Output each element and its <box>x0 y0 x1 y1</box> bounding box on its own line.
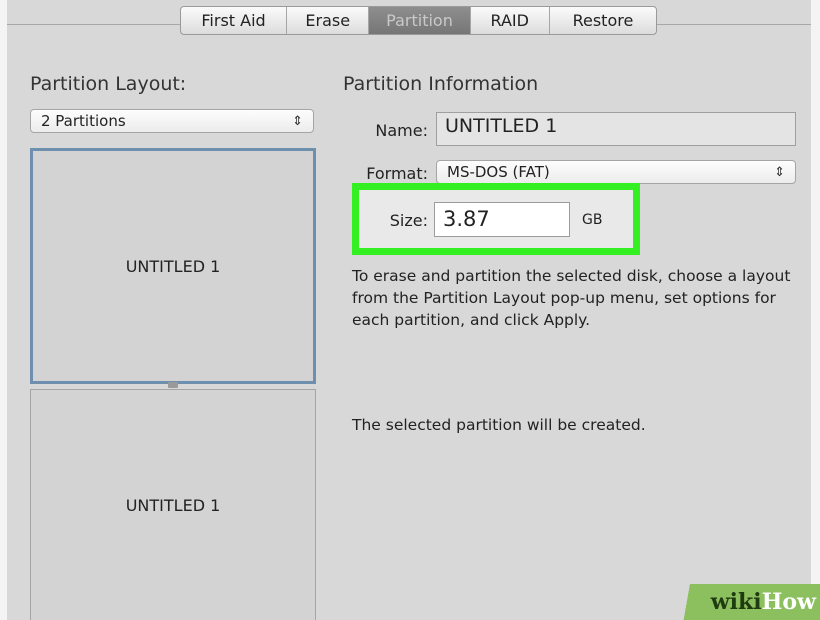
tab-first-aid[interactable]: First Aid <box>181 7 288 34</box>
watermark-how: How <box>761 589 816 615</box>
partition-layout-title: Partition Layout: <box>30 73 187 95</box>
partition-description: To erase and partition the selected disk… <box>352 267 791 329</box>
name-label: Name: <box>375 121 428 140</box>
format-stepper-icon: ⇕ <box>774 164 785 180</box>
watermark-wiki: wiki <box>710 589 762 615</box>
partition-label-1: UNTITLED 1 <box>125 256 221 276</box>
size-field[interactable]: 3.87 <box>434 202 570 237</box>
format-popup[interactable]: MS-DOS (FAT) ⇕ <box>436 160 796 184</box>
partition-information-title: Partition Information <box>343 73 539 95</box>
tab-raid[interactable]: RAID <box>471 7 550 34</box>
partition-resize-handle[interactable] <box>168 382 178 388</box>
tab-partition[interactable]: Partition <box>369 7 471 34</box>
tab-bar: First Aid Erase Partition RAID Restore <box>180 6 657 35</box>
partition-block-2[interactable]: UNTITLED 1 <box>30 389 316 620</box>
window-frame-right <box>811 0 820 620</box>
window-frame-left <box>0 0 7 620</box>
partition-layout-value: 2 Partitions <box>41 112 126 130</box>
format-label: Format: <box>366 164 428 183</box>
wikihow-watermark: wiki How <box>660 584 820 620</box>
size-unit: GB <box>582 212 603 228</box>
tab-restore[interactable]: Restore <box>550 7 656 34</box>
partition-block-1[interactable]: UNTITLED 1 <box>30 148 316 384</box>
format-value: MS-DOS (FAT) <box>447 163 550 181</box>
partition-layout-popup[interactable]: 2 Partitions ⇕ <box>30 109 314 133</box>
partition-label-2: UNTITLED 1 <box>125 495 221 515</box>
partition-status: The selected partition will be created. <box>352 416 646 434</box>
popup-stepper-icon: ⇕ <box>292 113 303 129</box>
tab-erase[interactable]: Erase <box>287 7 370 34</box>
size-label: Size: <box>389 211 428 230</box>
name-field[interactable]: UNTITLED 1 <box>436 112 796 146</box>
